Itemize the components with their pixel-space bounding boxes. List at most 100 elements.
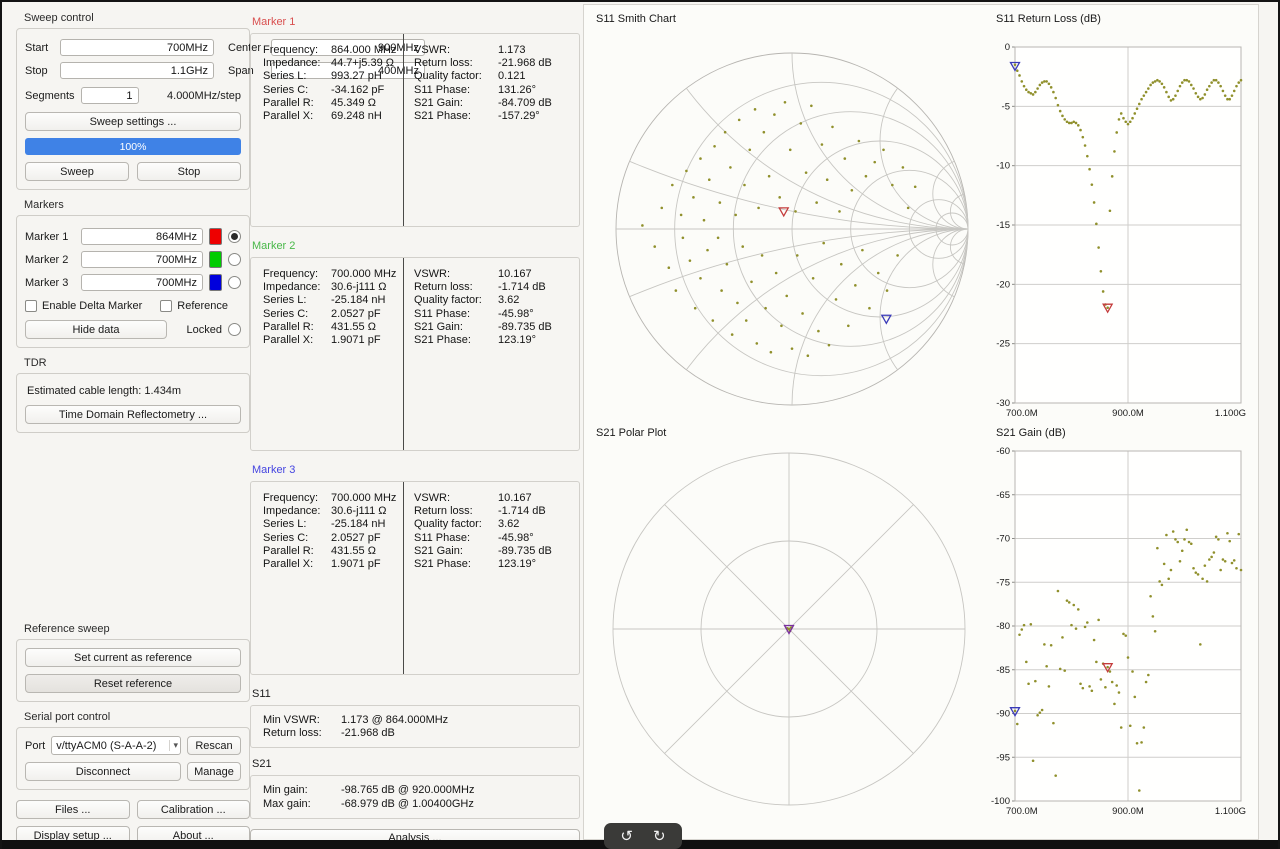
reference-label: Reference bbox=[177, 300, 228, 312]
svg-text:-75: -75 bbox=[996, 577, 1010, 588]
locked-radio[interactable] bbox=[228, 323, 241, 336]
step-size-text: 4.000MHz/step bbox=[167, 90, 241, 102]
port-label: Port bbox=[25, 740, 45, 752]
polar-plot-title: S21 Polar Plot bbox=[596, 427, 988, 441]
marker-3-select-radio[interactable] bbox=[228, 276, 241, 289]
smith-chart-title: S11 Smith Chart bbox=[596, 13, 988, 27]
marker-2-color-swatch[interactable] bbox=[209, 251, 222, 268]
marker-1-data-box: Frequency:864.000 MHzImpedance:44.7+j5.3… bbox=[250, 33, 580, 227]
svg-text:1.100G: 1.100G bbox=[1215, 806, 1246, 817]
sweep-button[interactable]: Sweep bbox=[25, 162, 129, 181]
s11-section-title: S11 bbox=[252, 688, 580, 700]
locked-label: Locked bbox=[187, 324, 222, 336]
gain-chart-canvas: -60-65-70-75-80-85-90-95-100700.0M900.0M… bbox=[988, 443, 1259, 823]
s11-min-vswr-label: Min VSWR: bbox=[263, 714, 341, 727]
smith-chart-canvas bbox=[588, 29, 988, 423]
files-button[interactable]: Files ... bbox=[16, 800, 130, 819]
gain-chart-title: S21 Gain (dB) bbox=[996, 427, 1259, 441]
marker-data-row: VSWR:1.173 bbox=[414, 44, 579, 57]
marker-3-label: Marker 3 bbox=[25, 277, 75, 289]
marker-data-row: Quality factor:0.121 bbox=[414, 70, 579, 83]
manage-button[interactable]: Manage bbox=[187, 762, 241, 781]
svg-text:0: 0 bbox=[1005, 42, 1010, 53]
marker-data-row: Parallel R:45.349 Ω bbox=[263, 97, 403, 110]
marker-data-row: Quality factor:3.62 bbox=[414, 294, 579, 307]
calibration-button[interactable]: Calibration ... bbox=[137, 800, 251, 819]
enable-delta-marker-checkbox[interactable] bbox=[25, 300, 37, 312]
segments-input[interactable] bbox=[81, 87, 139, 104]
marker-2-select-radio[interactable] bbox=[228, 253, 241, 266]
marker-data-row: Series L:-25.184 nH bbox=[263, 294, 403, 307]
marker-data-row: Series L:-25.184 nH bbox=[263, 518, 403, 531]
tdr-button[interactable]: Time Domain Reflectometry ... bbox=[25, 405, 241, 424]
set-reference-button[interactable]: Set current as reference bbox=[25, 648, 241, 667]
marker-data-row: Series C:-34.162 pF bbox=[263, 84, 403, 97]
marker-data-row: Frequency:700.000 MHz bbox=[263, 492, 403, 505]
marker-data-row: S21 Gain:-89.735 dB bbox=[414, 321, 579, 334]
app-window: Sweep control Start Stop Center bbox=[0, 0, 1280, 849]
marker-data-row: Frequency:700.000 MHz bbox=[263, 268, 403, 281]
s21-gain-chart[interactable]: S21 Gain (dB) -60-65-70-75-80-85-90-95-1… bbox=[988, 425, 1259, 835]
marker-2-freq-input[interactable] bbox=[81, 251, 203, 268]
marker-data-row: Frequency:864.000 MHz bbox=[263, 44, 403, 57]
marker-data-row: Parallel R:431.55 Ω bbox=[263, 321, 403, 334]
serial-port-title: Serial port control bbox=[24, 711, 250, 723]
marker-1-select-radio[interactable] bbox=[228, 230, 241, 243]
sweep-settings-button[interactable]: Sweep settings ... bbox=[25, 112, 241, 131]
reference-checkbox[interactable] bbox=[160, 300, 172, 312]
marker-data-row: Impedance:30.6-j111 Ω bbox=[263, 505, 403, 518]
marker-data-row: S21 Phase:123.19° bbox=[414, 334, 579, 347]
sweep-progress-bar: 100% bbox=[25, 138, 241, 155]
tdr-title: TDR bbox=[24, 357, 250, 369]
frequency-fields: Start Stop Center Span bbox=[25, 39, 241, 79]
rescan-button[interactable]: Rescan bbox=[187, 736, 241, 755]
marker-data-row: Parallel X:69.248 nH bbox=[263, 110, 403, 123]
s11-summary-box: Min VSWR:1.173 @ 864.000MHz Return loss:… bbox=[250, 705, 580, 748]
svg-text:-65: -65 bbox=[996, 490, 1010, 501]
segments-label: Segments bbox=[25, 90, 75, 102]
undo-icon[interactable]: ↺ bbox=[620, 829, 633, 844]
marker-data-row: Parallel X:1.9071 pF bbox=[263, 334, 403, 347]
marker-data-row: S21 Phase:-157.29° bbox=[414, 110, 579, 123]
svg-text:-5: -5 bbox=[1002, 101, 1010, 112]
reference-sweep-box: Set current as reference Reset reference bbox=[16, 639, 250, 702]
stop-sweep-button[interactable]: Stop bbox=[137, 162, 241, 181]
disconnect-button[interactable]: Disconnect bbox=[25, 762, 181, 781]
marker-3-data-box: Frequency:700.000 MHzImpedance:30.6-j111… bbox=[250, 481, 580, 675]
marker-1-color-swatch[interactable] bbox=[209, 228, 222, 245]
s11-smith-chart[interactable]: S11 Smith Chart bbox=[588, 11, 988, 425]
svg-text:-80: -80 bbox=[996, 621, 1010, 632]
polar-plot-canvas bbox=[588, 443, 988, 833]
marker-2-data-box: Frequency:700.000 MHzImpedance:30.6-j111… bbox=[250, 257, 580, 451]
svg-text:-95: -95 bbox=[996, 752, 1010, 763]
stop-input[interactable] bbox=[60, 62, 214, 79]
sweep-control-title: Sweep control bbox=[24, 12, 250, 24]
s11-return-loss-chart[interactable]: S11 Return Loss (dB) 0-5-10-15-20-25-307… bbox=[988, 11, 1259, 425]
svg-text:-90: -90 bbox=[996, 709, 1010, 720]
tdr-box: Estimated cable length: 1.434m Time Doma… bbox=[16, 373, 250, 433]
marker-info-column: Marker 1 Frequency:864.000 MHzImpedance:… bbox=[250, 16, 580, 848]
s21-min-gain-value: -98.765 dB @ 920.000MHz bbox=[341, 784, 474, 796]
svg-text:-85: -85 bbox=[996, 665, 1010, 676]
svg-text:-25: -25 bbox=[996, 339, 1010, 350]
enable-delta-marker-label: Enable Delta Marker bbox=[42, 300, 142, 312]
svg-text:900.0M: 900.0M bbox=[1112, 408, 1144, 419]
marker-3-color-swatch[interactable] bbox=[209, 274, 222, 291]
start-input[interactable] bbox=[60, 39, 214, 56]
svg-text:-70: -70 bbox=[996, 534, 1010, 545]
marker-1-label: Marker 1 bbox=[25, 231, 75, 243]
s21-polar-plot[interactable]: S21 Polar Plot bbox=[588, 425, 988, 835]
marker-data-row: S21 Gain:-84.709 dB bbox=[414, 97, 579, 110]
marker-data-row: S11 Phase:131.26° bbox=[414, 84, 579, 97]
return-loss-chart-title: S11 Return Loss (dB) bbox=[996, 13, 1259, 27]
marker-data-row: Return loss:-1.714 dB bbox=[414, 505, 579, 518]
redo-icon[interactable]: ↻ bbox=[653, 829, 666, 844]
reset-reference-button[interactable]: Reset reference bbox=[25, 674, 241, 693]
port-select[interactable]: v/ttyACM0 (S-A-A-2) ▾ bbox=[51, 736, 181, 755]
svg-text:-20: -20 bbox=[996, 279, 1010, 290]
hide-data-button[interactable]: Hide data bbox=[25, 320, 167, 339]
marker-1-freq-input[interactable] bbox=[81, 228, 203, 245]
start-label: Start bbox=[25, 42, 55, 54]
marker-3-freq-input[interactable] bbox=[81, 274, 203, 291]
s11-return-loss-value: -21.968 dB bbox=[341, 727, 395, 739]
